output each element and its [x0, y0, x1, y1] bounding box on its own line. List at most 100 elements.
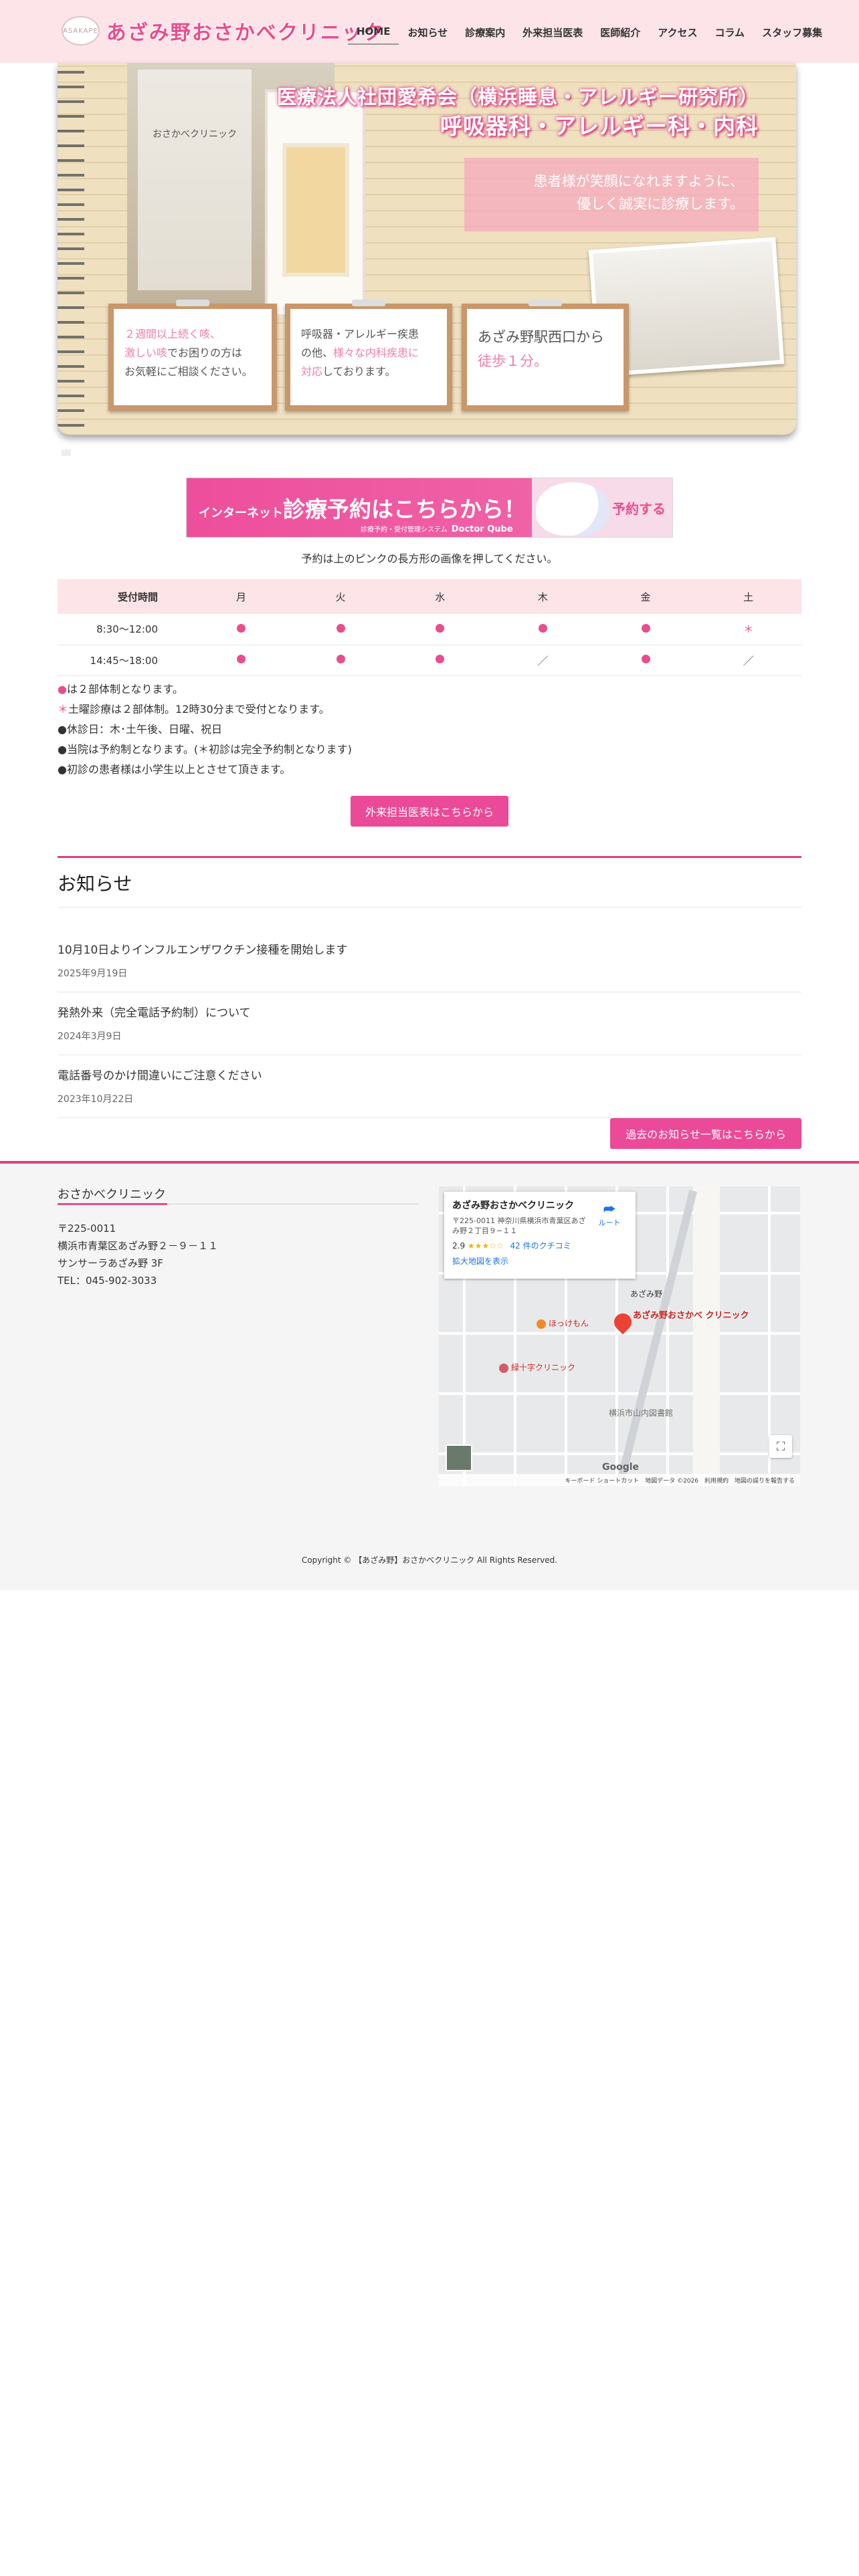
- hero-title-org: 医療法人社団愛希会（横浜睡息・アレルギー研究所）: [276, 86, 759, 108]
- map-reviews-link[interactable]: 42 件のクチコミ: [510, 1241, 571, 1251]
- logo-mark-icon: ASAKAPE: [62, 16, 100, 45]
- map-road: [693, 1186, 720, 1486]
- map-poi[interactable]: 横浜市山内図書館: [609, 1407, 673, 1418]
- hospital-icon: [499, 1363, 508, 1373]
- schedule-cell-fri: [595, 645, 696, 676]
- fullscreen-icon[interactable]: ⛶: [769, 1435, 792, 1458]
- closed-slash-icon: ／: [743, 655, 754, 667]
- nav-access[interactable]: アクセス: [649, 20, 706, 45]
- card-clip: [529, 300, 562, 306]
- footer-clinic-name: おさかべクリニック: [58, 1188, 166, 1202]
- logo-text: あざみ野おさかべクリニック: [106, 21, 385, 45]
- nav-doctor-schedule[interactable]: 外来担当医表: [514, 20, 591, 45]
- news-divider: [58, 856, 801, 858]
- reservation-note: 予約は上のピンクの長方形の画像を押してください。: [301, 552, 558, 565]
- map-marker-label: あざみ野おさかべ クリニック: [633, 1311, 749, 1321]
- hero-card-diseases: 呼吸器・アレルギー疾患 の他、様々な内科疾患に 対応しております。: [285, 300, 452, 411]
- schedule-cell-thu: ／: [490, 645, 596, 676]
- open-dot-icon: [641, 623, 650, 633]
- nav-recruit[interactable]: スタッフ募集: [753, 20, 831, 45]
- schedule-header-row: 受付時間 月 火 水 木 金 土: [58, 579, 801, 614]
- schedule-header-fri: 金: [595, 579, 696, 614]
- note-item: ●当院は予約制となります。(＊初診は完全予約制となります): [58, 743, 352, 756]
- hero-message: 患者様が笑顔になれますように、 優しく誠実に診療します。: [464, 158, 759, 231]
- site-logo[interactable]: ASAKAPE あざみ野おさかべクリニック: [62, 15, 383, 47]
- schedule-header-time: 受付時間: [58, 579, 191, 614]
- footer-building: サンサーラあざみ野 3F: [58, 1257, 163, 1269]
- news-item-title[interactable]: 発熱外来（完全電話予約制）について: [58, 1003, 801, 1020]
- schedule-cell-fri: [595, 614, 696, 645]
- site-header: ASAKAPE あざみ野おさかべクリニック HOME お知らせ 診療案内 外来担…: [0, 0, 859, 63]
- note-item: ●は２部体制となります。: [58, 683, 183, 695]
- schedule-cell-wed: [390, 614, 490, 645]
- map-attribution[interactable]: キーボード ショートカット 地図データ ©2026 利用規約 地図の誤りを報告す…: [439, 1474, 800, 1486]
- open-dot-icon: [336, 655, 345, 663]
- news-item-date: 2024年3月9日: [58, 1031, 122, 1042]
- schedule-header-thu: 木: [490, 579, 596, 614]
- notebook-spiral: [58, 63, 84, 435]
- nav-news[interactable]: お知らせ: [399, 20, 456, 45]
- schedule-time: 14:45〜18:00: [58, 645, 191, 676]
- news-item-date: 2025年9月19日: [58, 968, 128, 979]
- news-item-title[interactable]: 10月10日よりインフルエンザワクチン接種を開始します: [58, 940, 801, 957]
- banner-main-text: 診療予約はこちらから！: [283, 496, 526, 522]
- schedule-header-wed: 水: [390, 579, 490, 614]
- map-info-card: あざみ野おさかべクリニック 〒225-0011 神奈川県横浜市青葉区あざみ野２丁…: [444, 1192, 636, 1279]
- nav-services[interactable]: 診療案内: [456, 20, 514, 45]
- news-item[interactable]: 電話番号のかけ間違いにご注意ください 2023年10月22日: [58, 1066, 801, 1118]
- schedule-cell-tue: [290, 614, 391, 645]
- open-dot-icon: [236, 655, 246, 663]
- note-item: ●初診の患者様は小学生以上とさせて頂きます。: [58, 763, 291, 776]
- map-poi[interactable]: あざみ野: [630, 1288, 662, 1299]
- map-marker-icon[interactable]: [610, 1309, 636, 1335]
- news-archive-button[interactable]: 過去のお知らせ一覧はこちらから: [610, 1118, 801, 1149]
- schedule-cell-sat: ＊: [695, 614, 801, 645]
- footer-tel: TEL：045-902-3033: [58, 1275, 157, 1287]
- schedule-cell-thu: [490, 614, 596, 645]
- note-item: ●休診日：木･土午後、日曜、祝日: [58, 723, 222, 736]
- nav-column[interactable]: コラム: [706, 20, 754, 45]
- news-item-title[interactable]: 電話番号のかけ間違いにご注意ください: [58, 1066, 801, 1083]
- footer-postal: 〒225-0011: [58, 1222, 116, 1235]
- hero-title-departments: 呼吸器科・アレルギー科・内科: [440, 113, 759, 139]
- schedule-cell-tue: [290, 645, 391, 676]
- open-dot-icon: [436, 655, 445, 663]
- restaurant-icon: [537, 1319, 546, 1329]
- schedule-cell-mon: [191, 645, 291, 676]
- schedule-cell-wed: [390, 645, 490, 676]
- reservation-banner[interactable]: インターネット診療予約はこちらから！ 診療予約・受付管理システム Doctor Q…: [186, 477, 673, 538]
- schedule-cell-mon: [191, 614, 291, 645]
- map-route-button[interactable]: ⮫ ルート: [593, 1201, 626, 1228]
- map-satellite-toggle[interactable]: [446, 1444, 472, 1471]
- schedule-row: 8:30〜12:00 ＊: [58, 614, 801, 645]
- card-clip: [176, 300, 209, 306]
- unicorn-icon: [536, 482, 609, 536]
- google-map[interactable]: ほっけもん 緑十字クリニック あざみ野 横浜市山内図書館 あざみ野おさかべ クリ…: [439, 1186, 800, 1486]
- open-dot-icon: [336, 623, 345, 633]
- map-rating: 2.9 ★★★☆☆ 42 件のクチコミ: [452, 1241, 571, 1251]
- map-enlarge-link[interactable]: 拡大地図を表示: [452, 1255, 628, 1267]
- map-poi[interactable]: ほっけもん: [537, 1317, 589, 1329]
- map-poi[interactable]: 緑十字クリニック: [499, 1362, 575, 1373]
- schedule-link-button[interactable]: 外来担当医表はこちらから: [351, 796, 508, 827]
- nav-home[interactable]: HOME: [348, 20, 399, 45]
- hero-banner: おさかべクリニック 医療法人社団愛希会（横浜睡息・アレルギー研究所） 呼吸器科・…: [58, 63, 796, 435]
- schedule-notes: ●は２部体制となります。 ＊土曜診療は２部体制。12時30分まで受付となります。…: [58, 679, 801, 780]
- clinic-sign-panel: [138, 70, 252, 290]
- site-footer: おさかべクリニック 〒225-0011 横浜市青葉区あざみ野２－９－１１ サンサ…: [0, 1161, 859, 1590]
- clinic-sign-text: おさかべクリニック: [153, 129, 237, 140]
- hero-card-cough: ２週間以上続く咳、 激しい咳でお困りの方は お気軽にご相談ください。: [108, 300, 277, 411]
- open-dot-icon: [236, 623, 246, 633]
- schedule-time: 8:30〜12:00: [58, 614, 191, 645]
- nav-doctors[interactable]: 医師紹介: [591, 20, 649, 45]
- banner-cta: 予約する: [612, 500, 666, 517]
- news-item[interactable]: 発熱外来（完全電話予約制）について 2024年3月9日: [58, 1003, 801, 1055]
- note-item: ＊土曜診療は２部体制。12時30分まで受付となります。: [58, 703, 330, 716]
- card-clip: [352, 300, 385, 306]
- news-item[interactable]: 10月10日よりインフルエンザワクチン接種を開始します 2025年9月19日: [58, 940, 801, 992]
- schedule-table: 受付時間 月 火 水 木 金 土 8:30〜12:00 ＊ 14:45〜18:00 ／…: [58, 579, 801, 676]
- slider-indicator[interactable]: [62, 449, 71, 456]
- door-window: [282, 143, 349, 277]
- news-title: お知らせ: [58, 873, 132, 895]
- star-icon: ＊: [743, 623, 754, 636]
